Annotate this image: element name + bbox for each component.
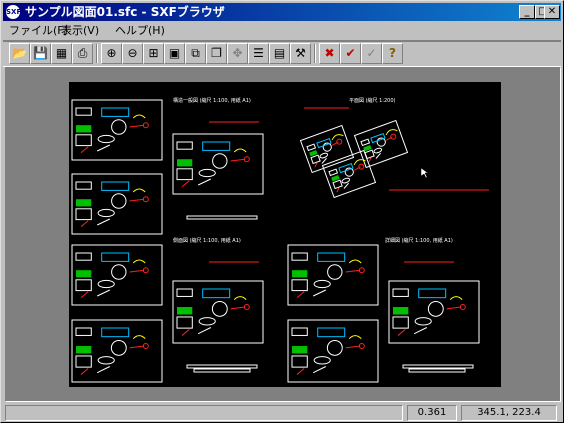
drawing-sheet[interactable]: 構造一般図 (縮尺 1:100, 用紙 A1) 平面図 (縮尺 1:200) 側… [69, 82, 501, 387]
drawing-sheet-thumbnail [71, 173, 163, 235]
drawing-sheet-thumbnail [353, 119, 409, 169]
sheet-label-2: 平面図 (縮尺 1:200) [349, 97, 396, 104]
hammer-icon[interactable]: ⚒ [290, 43, 311, 64]
print-preview-icon[interactable]: ▦ [51, 43, 72, 64]
drawing-sheet-thumbnail [172, 133, 264, 195]
open-folder-icon[interactable]: 📂 [9, 43, 30, 64]
status-coordinates: 345.1, 223.4 [461, 405, 557, 421]
status-bar: 0.361 345.1, 223.4 [3, 404, 561, 422]
sheet-label-1: 構造一般図 (縮尺 1:100, 用紙 A1) [173, 97, 251, 104]
close-button[interactable]: ✕ [544, 5, 560, 19]
print-icon[interactable]: ⎙ [72, 43, 93, 64]
menu-bar: ファイル(F) 表示(V) ヘルプ(H) [3, 22, 561, 39]
drawing-sheet-thumbnail [71, 244, 163, 306]
fit-page-icon[interactable]: ▣ [164, 43, 185, 64]
toolbar: 📂 💾 ▦ ⎙ ⊕ ⊖ ⊞ ▣ ⧉ ❐ ✥ ☰ ▤ ⚒ ✖ ✔ ✓ ? [3, 40, 561, 67]
drawing-sheet-thumbnail [287, 244, 379, 306]
zoom-out-icon[interactable]: ⊖ [122, 43, 143, 64]
drawing-sheet-thumbnail [172, 280, 264, 344]
check-error-icon[interactable]: ✖ [319, 43, 340, 64]
menu-view[interactable]: 表示(V) [61, 23, 99, 38]
sheet-label-4: 詳細図 (縮尺 1:100, 用紙 A1) [385, 237, 453, 244]
layer-icon[interactable]: ☰ [248, 43, 269, 64]
application-window: SXF サンプル図面01.sfc - SXFブラウザ _ □ ✕ ファイル(F)… [0, 0, 564, 423]
cad-drawing: 構造一般図 (縮尺 1:100, 用紙 A1) 平面図 (縮尺 1:200) 側… [71, 97, 489, 383]
minimize-button[interactable]: _ [519, 5, 535, 19]
attribute-icon[interactable]: ▤ [269, 43, 290, 64]
zoom-window-icon[interactable]: ⊞ [143, 43, 164, 64]
drawing-sheet-thumbnail [321, 149, 377, 199]
app-icon[interactable]: SXF [6, 5, 21, 19]
zoom-in-icon[interactable]: ⊕ [101, 43, 122, 64]
drawing-sheet-thumbnail [71, 319, 163, 383]
drawing-viewport[interactable]: 構造一般図 (縮尺 1:100, 用紙 A1) 平面図 (縮尺 1:200) 側… [5, 67, 561, 402]
status-message [5, 405, 403, 421]
drawing-sheet-thumbnail [287, 319, 379, 383]
redraw-icon[interactable]: ❐ [206, 43, 227, 64]
drawing-sheet-thumbnail [71, 99, 163, 161]
checkmark-icon[interactable]: ✔ [340, 43, 361, 64]
check-list-icon[interactable]: ✓ [361, 43, 382, 64]
sheet-label-3: 側面図 (縮尺 1:100, 用紙 A1) [173, 237, 241, 244]
drawing-sheet-thumbnail [388, 280, 480, 344]
title-bar[interactable]: SXF サンプル図面01.sfc - SXFブラウザ _ □ ✕ [3, 3, 561, 21]
save-icon[interactable]: 💾 [30, 43, 51, 64]
toolbar-separator [96, 44, 98, 63]
help-icon[interactable]: ? [382, 43, 403, 64]
pan-icon[interactable]: ✥ [227, 43, 248, 64]
zoom-previous-icon[interactable]: ⧉ [185, 43, 206, 64]
menu-help[interactable]: ヘルプ(H) [115, 23, 165, 38]
window-title: サンプル図面01.sfc - SXFブラウザ [25, 5, 225, 19]
toolbar-separator [314, 44, 316, 63]
status-scale: 0.361 [407, 405, 457, 421]
menu-file[interactable]: ファイル(F) [9, 23, 68, 38]
